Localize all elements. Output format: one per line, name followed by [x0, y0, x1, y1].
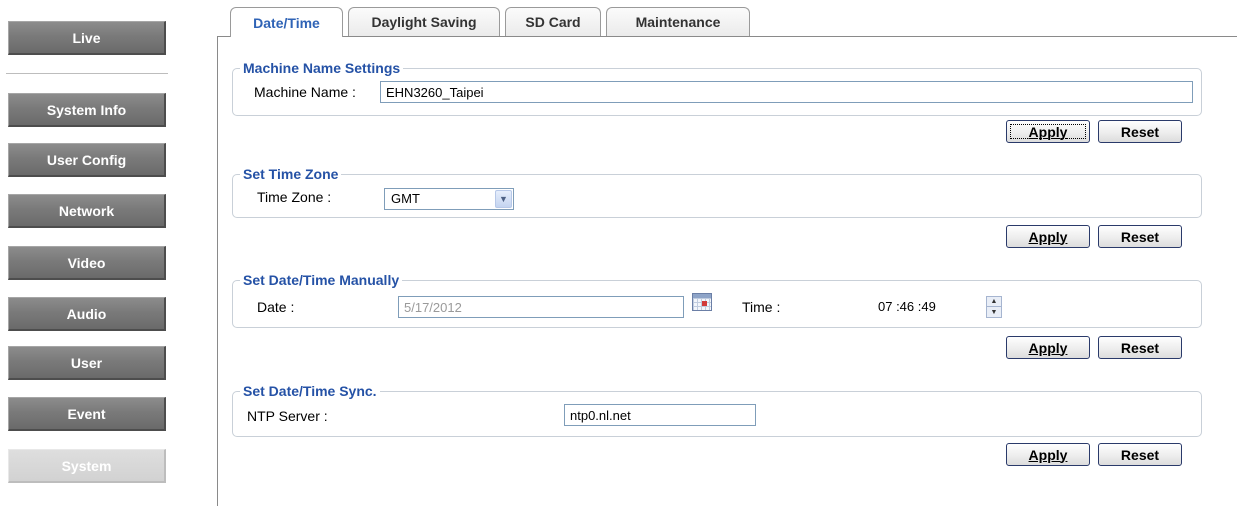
sync-reset-button[interactable]: Reset: [1098, 443, 1182, 466]
tab-label: Daylight Saving: [371, 14, 477, 30]
calendar-icon[interactable]: [692, 293, 712, 311]
reset-label: Reset: [1120, 123, 1160, 140]
sync-legend: Set Date/Time Sync.: [243, 383, 377, 399]
sidebar-item-user-config[interactable]: User Config: [8, 143, 166, 177]
ntp-server-input[interactable]: [564, 404, 756, 426]
machine-name-reset-button[interactable]: Reset: [1098, 120, 1182, 143]
date-input[interactable]: [398, 296, 684, 318]
sidebar-item-label: User Config: [46, 151, 127, 168]
apply-label: Apply: [1028, 446, 1068, 463]
sidebar-item-label: System: [61, 457, 112, 474]
time-spinner[interactable]: ▲ ▼: [986, 296, 1002, 318]
apply-label: Apply: [1028, 339, 1068, 356]
sidebar-divider: [6, 73, 168, 75]
reset-label: Reset: [1120, 446, 1160, 463]
machine-name-label: Machine Name :: [254, 84, 356, 100]
tab-maintenance[interactable]: Maintenance: [606, 7, 750, 36]
manual-datetime-legend: Set Date/Time Manually: [243, 272, 400, 288]
tab-label: SD Card: [525, 14, 581, 30]
tab-label: Date/Time: [253, 14, 320, 31]
manual-datetime-group: Set Date/Time Manually: [232, 272, 1202, 328]
sidebar-item-label: Network: [58, 202, 115, 219]
time-zone-select[interactable]: GMT ▼: [384, 188, 514, 210]
spin-up-icon[interactable]: ▲: [987, 297, 1001, 307]
manual-apply-button[interactable]: Apply: [1006, 336, 1090, 359]
spin-down-icon[interactable]: ▼: [987, 307, 1001, 317]
time-zone-selected: GMT: [391, 191, 420, 206]
sidebar-item-label: Audio: [66, 305, 107, 322]
sidebar-item-event[interactable]: Event: [8, 397, 166, 431]
manual-reset-button[interactable]: Reset: [1098, 336, 1182, 359]
time-zone-group: Set Time Zone: [232, 166, 1202, 218]
time-zone-apply-button[interactable]: Apply: [1006, 225, 1090, 248]
sidebar-item-system[interactable]: System: [8, 449, 166, 483]
time-zone-reset-button[interactable]: Reset: [1098, 225, 1182, 248]
time-zone-label: Time Zone :: [257, 189, 332, 205]
sidebar-item-label: Video: [67, 254, 106, 271]
sync-apply-button[interactable]: Apply: [1006, 443, 1090, 466]
sidebar-item-system-info[interactable]: System Info: [8, 93, 166, 127]
tab-sd-card[interactable]: SD Card: [505, 7, 601, 36]
sidebar-item-video[interactable]: Video: [8, 246, 166, 280]
time-zone-legend: Set Time Zone: [243, 166, 339, 182]
sidebar-item-audio[interactable]: Audio: [8, 297, 166, 331]
ntp-server-label: NTP Server :: [247, 408, 328, 424]
reset-label: Reset: [1120, 228, 1160, 245]
reset-label: Reset: [1120, 339, 1160, 356]
sidebar-item-label: Event: [67, 405, 106, 422]
sidebar-live-label: Live: [72, 29, 101, 46]
sidebar-item-user[interactable]: User: [8, 346, 166, 380]
machine-name-input[interactable]: [380, 81, 1193, 103]
sidebar-item-label: User: [70, 354, 103, 371]
date-label: Date :: [257, 299, 295, 315]
tab-daylight-saving[interactable]: Daylight Saving: [348, 7, 500, 36]
sidebar-item-label: System Info: [46, 101, 127, 118]
sidebar-live-button[interactable]: Live: [8, 21, 166, 55]
tab-label: Maintenance: [635, 14, 721, 30]
apply-label: Apply: [1028, 123, 1068, 140]
chevron-down-icon[interactable]: ▼: [495, 190, 512, 208]
machine-name-legend: Machine Name Settings: [243, 60, 401, 76]
machine-name-apply-button[interactable]: Apply: [1006, 120, 1090, 143]
sidebar-item-network[interactable]: Network: [8, 194, 166, 228]
apply-label: Apply: [1028, 228, 1068, 245]
time-label: Time :: [742, 299, 781, 315]
time-value[interactable]: 07 :46 :49: [878, 299, 936, 314]
tab-date-time[interactable]: Date/Time: [230, 7, 343, 37]
